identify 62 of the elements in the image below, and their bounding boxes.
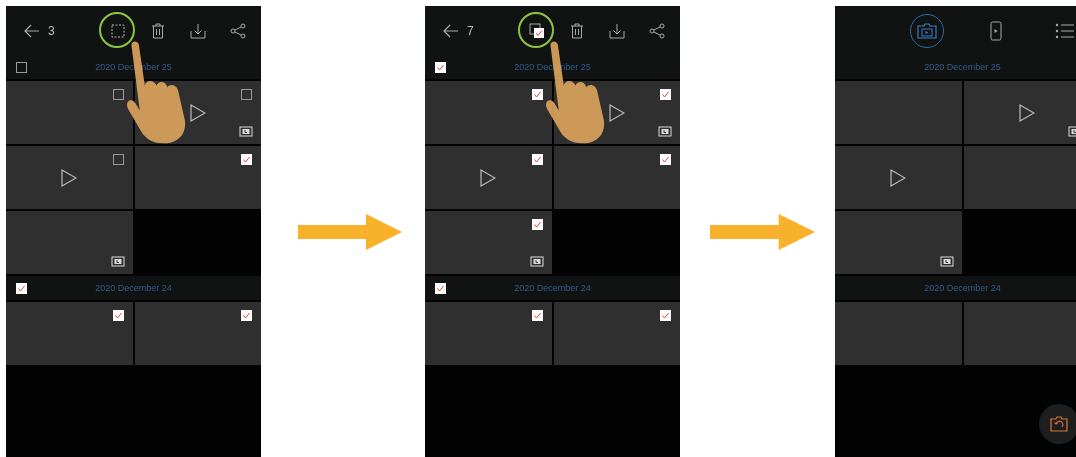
switch-camera-button[interactable] — [1039, 404, 1076, 444]
date-header: 2020 December 24 — [924, 283, 1001, 293]
selection-count: 3 — [48, 23, 55, 38]
list-icon — [1055, 22, 1075, 39]
checkbox[interactable] — [112, 310, 124, 321]
thumbnail[interactable] — [425, 302, 552, 365]
thumbnail[interactable] — [6, 81, 133, 144]
checkbox[interactable] — [660, 154, 671, 165]
play-icon — [890, 168, 907, 187]
checkbox[interactable] — [531, 154, 543, 165]
checkbox[interactable] — [112, 154, 124, 165]
download-icon[interactable] — [609, 22, 625, 39]
thumbnail[interactable] — [425, 81, 552, 144]
back-icon[interactable] — [24, 23, 40, 38]
checkbox[interactable] — [435, 62, 446, 73]
share-icon[interactable] — [649, 22, 665, 39]
thumbnail[interactable] — [6, 211, 133, 274]
checkbox[interactable] — [16, 62, 27, 73]
thumbnail[interactable] — [6, 146, 133, 209]
thumbnail[interactable] — [835, 211, 962, 274]
play-icon — [608, 103, 625, 122]
camera-folder-icon — [917, 22, 937, 39]
checkbox[interactable] — [241, 310, 252, 321]
thumbnail[interactable] — [553, 146, 680, 209]
date-header: 2020 December 25 — [924, 62, 1001, 72]
thumbnail[interactable] — [553, 302, 680, 365]
checkbox[interactable] — [531, 89, 543, 100]
thumbnail[interactable] — [835, 302, 962, 365]
thumbnail[interactable] — [835, 146, 962, 209]
checkbox[interactable] — [241, 154, 252, 165]
thumbnail[interactable] — [425, 146, 552, 209]
back-icon[interactable] — [443, 23, 459, 38]
play-icon — [480, 168, 497, 187]
selection-count: 7 — [467, 23, 474, 38]
checkbox[interactable] — [112, 89, 124, 100]
checkbox[interactable] — [435, 283, 446, 294]
thumbnail[interactable] — [963, 302, 1076, 365]
trash-icon[interactable] — [151, 22, 165, 39]
play-icon — [189, 103, 206, 122]
checkbox[interactable] — [16, 283, 27, 294]
checkbox[interactable] — [241, 89, 252, 100]
thumbnail[interactable] — [134, 302, 261, 365]
download-icon[interactable] — [190, 22, 206, 39]
thumbnail[interactable] — [835, 81, 962, 144]
date-header: 2020 December 24 — [95, 283, 172, 293]
thumbnail[interactable] — [134, 146, 261, 209]
phone-icon — [990, 20, 1002, 41]
trash-icon[interactable] — [570, 22, 584, 39]
play-icon — [1018, 103, 1035, 122]
date-header: 2020 December 24 — [514, 283, 591, 293]
camera-switch-icon — [1050, 416, 1068, 432]
checkbox[interactable] — [660, 89, 671, 100]
checkbox[interactable] — [660, 310, 671, 321]
play-icon — [61, 168, 78, 187]
thumbnail[interactable] — [963, 81, 1076, 144]
thumbnail[interactable] — [6, 302, 133, 365]
thumbnail[interactable] — [963, 146, 1076, 209]
share-icon[interactable] — [230, 22, 246, 39]
thumbnail[interactable] — [425, 211, 552, 274]
checkbox[interactable] — [531, 310, 543, 321]
checkbox[interactable] — [531, 219, 543, 230]
select-all-icon[interactable] — [529, 22, 545, 39]
